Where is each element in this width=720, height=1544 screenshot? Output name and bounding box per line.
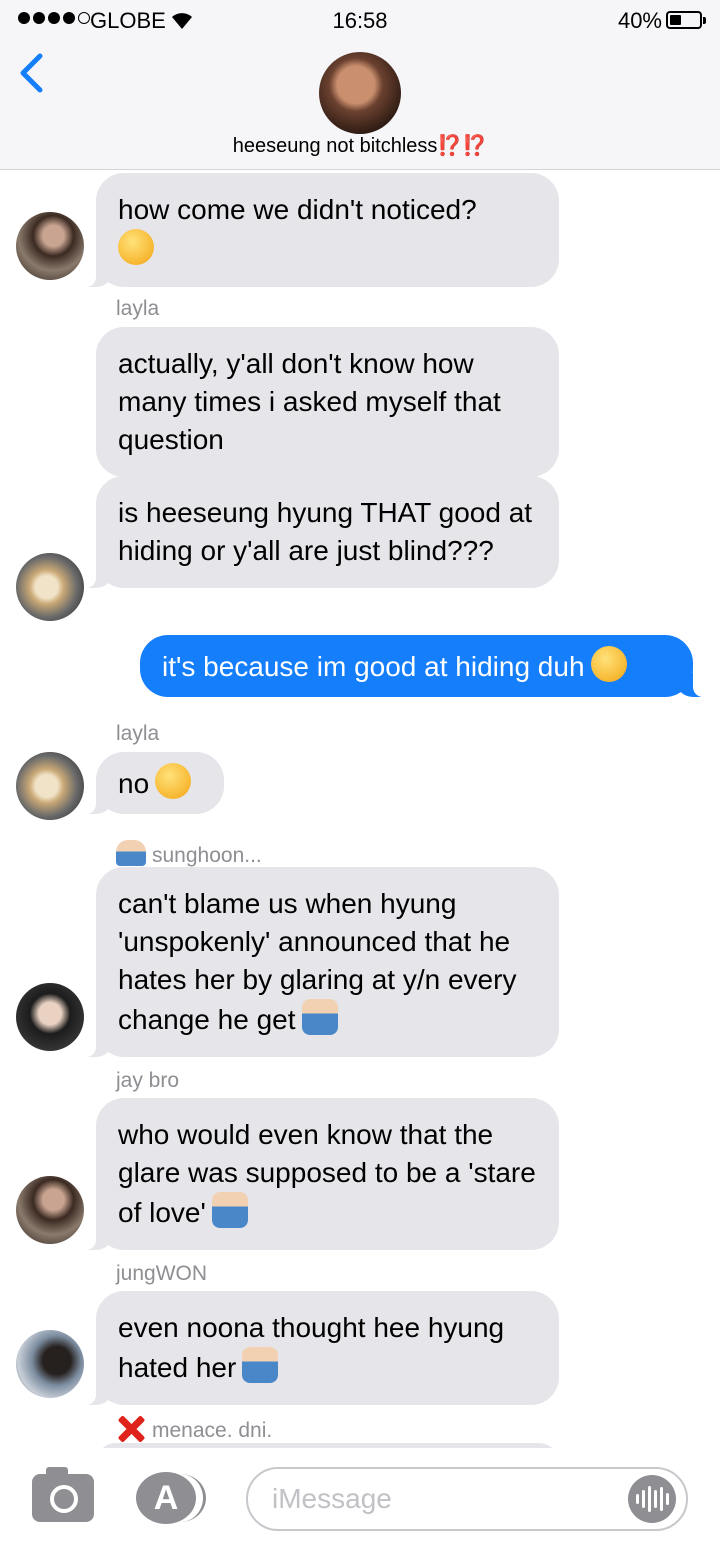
message-bubble[interactable]: can't blame us when hyung 'unspokenly' a…: [84, 867, 559, 1057]
message-bubble-outgoing[interactable]: it's because im good at hiding duh: [140, 635, 705, 697]
message-bubble[interactable]: how come we didn't noticed?: [84, 173, 559, 287]
message-text: actually, y'all don't know how many time…: [118, 348, 501, 455]
sender-name: layla: [116, 722, 160, 745]
person-shrugging-icon: [301, 999, 338, 1035]
battery-percentage: 40%: [617, 8, 662, 33]
cross-mark-icon: [116, 1415, 146, 1441]
sender-name: jungWON: [116, 1262, 208, 1285]
message-text: no: [118, 768, 150, 799]
person-tipping-hand-icon: [116, 840, 146, 866]
avatar[interactable]: [16, 983, 84, 1051]
message-bubble[interactable]: even noona thought hee hyung hated her: [84, 1291, 559, 1405]
avatar[interactable]: [16, 212, 84, 280]
sender-name-text: sunghoon...: [152, 844, 262, 867]
message-list[interactable]: how come we didn't noticed? layla actual…: [0, 171, 720, 1448]
chevron-left-icon[interactable]: [14, 50, 50, 96]
exclamation-question-marks: ⁉️⁉️: [437, 135, 488, 157]
avatar[interactable]: [16, 1330, 84, 1398]
status-bar: GLOBE 16:58 40%: [0, 0, 720, 40]
message-bubble[interactable]: who would even know that the glare was s…: [84, 1098, 559, 1250]
conversation-header: heeseung not bitchless⁉️⁉️: [0, 40, 720, 170]
app-store-icon[interactable]: A: [136, 1472, 206, 1524]
sender-name-text: menace. dni.: [152, 1419, 273, 1442]
group-avatar[interactable]: [319, 52, 401, 134]
audio-waveform-icon[interactable]: [628, 1475, 676, 1523]
avatar[interactable]: [16, 553, 84, 621]
smiling-face-icon: [155, 763, 192, 799]
person-shrugging-icon: [211, 1192, 248, 1228]
message-bubble[interactable]: no: [84, 752, 224, 814]
sender-name: sunghoon...: [116, 840, 262, 868]
avatar[interactable]: [16, 752, 84, 820]
input-bar: A: [0, 1448, 720, 1544]
camera-icon[interactable]: [32, 1467, 94, 1522]
clock: 16:58: [332, 8, 388, 33]
person-shrugging-icon: [242, 1347, 279, 1383]
message-text: is heeseung hyung THAT good at hiding or…: [118, 497, 533, 566]
message-text: it's because im good at hiding duh: [162, 651, 585, 682]
avatar[interactable]: [16, 1176, 84, 1244]
sender-name: layla: [116, 297, 160, 320]
group-name[interactable]: heeseung not bitchless⁉️⁉️: [0, 133, 720, 158]
battery-level-fill: [670, 15, 681, 25]
imessage-input[interactable]: [246, 1467, 688, 1531]
message-text: how come we didn't noticed?: [118, 194, 477, 225]
sender-name: jay bro: [116, 1069, 180, 1092]
message-text: even noona thought hee hyung hated her: [118, 1312, 505, 1383]
message-text: who would even know that the glare was s…: [118, 1119, 536, 1228]
battery-icon: [666, 11, 706, 29]
sender-name: menace. dni.: [116, 1415, 272, 1443]
group-name-text: heeseung not bitchless: [232, 135, 438, 157]
thinking-face-icon: [118, 229, 154, 265]
message-bubble[interactable]: is heeseung hyung THAT good at hiding or…: [84, 476, 559, 588]
message-bubble[interactable]: actually, y'all don't know how many time…: [96, 327, 559, 477]
relieved-face-icon: [590, 646, 627, 682]
